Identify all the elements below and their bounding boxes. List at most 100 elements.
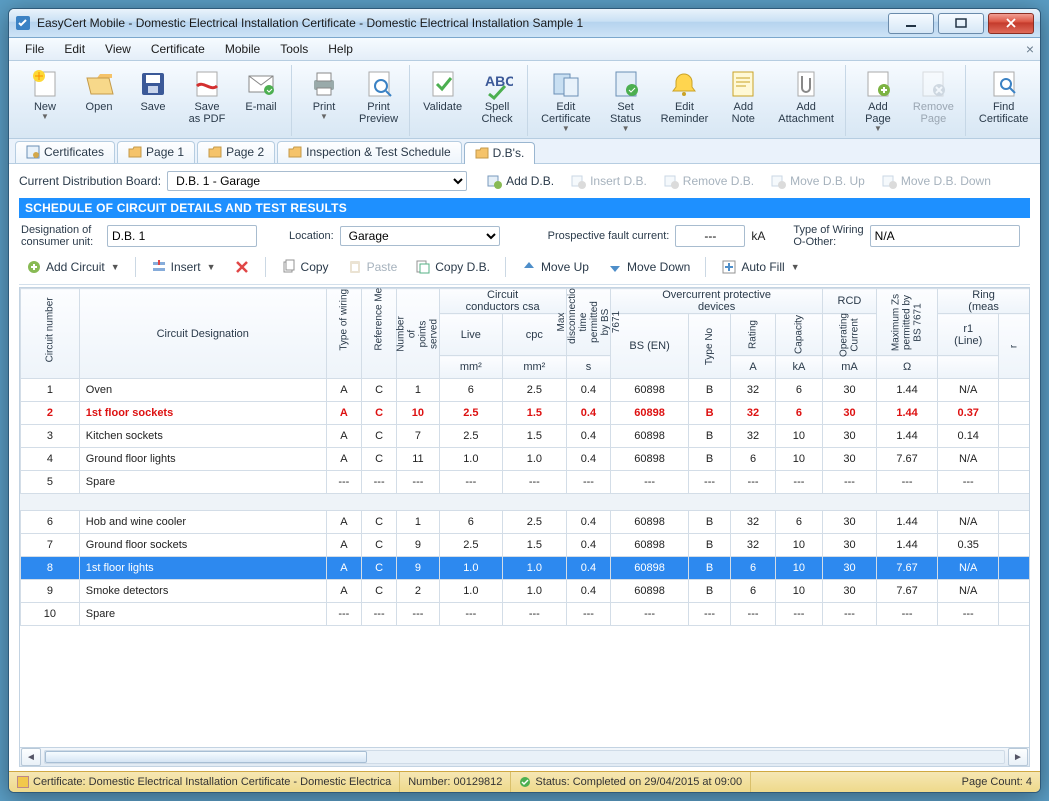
pdf-icon [191, 68, 223, 100]
findcert-button[interactable]: Find Certificate [972, 65, 1036, 136]
pfc-label: Prospective fault current: [548, 230, 670, 242]
page-tabs: CertificatesPage 1Page 2Inspection & Tes… [9, 139, 1040, 164]
table-row[interactable]: 6Hob and wine coolerAC162.50.460898B3263… [21, 511, 1030, 534]
updb-button: Move D.B. Up [763, 170, 872, 192]
note-button[interactable]: Add Note [717, 65, 769, 136]
dndb-button: Move D.B. Down [874, 170, 998, 192]
table-row[interactable]: 4Ground floor lightsAC111.01.00.460898B6… [21, 448, 1030, 471]
app-icon [15, 15, 31, 31]
location-select[interactable]: Garage [340, 226, 500, 246]
mdi-close-icon[interactable]: × [1026, 41, 1034, 57]
delete-button[interactable] [227, 256, 257, 278]
window-title: EasyCert Mobile - Domestic Electrical In… [37, 16, 884, 30]
close-button[interactable] [988, 13, 1034, 34]
table-row[interactable]: 81st floor lightsAC91.01.00.460898B61030… [21, 557, 1030, 580]
email-button[interactable]: E-mail [235, 65, 287, 136]
editcert-button[interactable]: Edit Certificate▼ [534, 65, 598, 136]
reminder-icon [668, 68, 700, 100]
menu-view[interactable]: View [95, 40, 141, 58]
current-db-label: Current Distribution Board: [19, 174, 161, 188]
statusbar: Certificate: Domestic Electrical Install… [9, 771, 1040, 792]
status-pagecount: Page Count: 4 [954, 772, 1040, 792]
designation-input[interactable] [107, 225, 257, 247]
status-status: Status: Completed on 29/04/2015 at 09:00 [511, 772, 751, 792]
validate-button[interactable]: Validate [416, 65, 469, 136]
db-selector-row: Current Distribution Board: D.B. 1 - Gar… [19, 170, 1030, 192]
menu-tools[interactable]: Tools [270, 40, 318, 58]
titlebar: EasyCert Mobile - Domestic Electrical In… [9, 9, 1040, 38]
circuit-grid-wrap: Circuit number Circuit Designation Type … [19, 287, 1030, 767]
menu-certificate[interactable]: Certificate [141, 40, 215, 58]
spell-button[interactable]: ABCSpell Check [471, 65, 523, 136]
preview-icon [363, 68, 395, 100]
paste-button: Paste [340, 256, 405, 278]
status-icon [610, 68, 642, 100]
horizontal-scrollbar[interactable]: ◄ ► [20, 747, 1029, 766]
menu-edit[interactable]: Edit [54, 40, 95, 58]
attach-icon [790, 68, 822, 100]
schedule-header: SCHEDULE OF CIRCUIT DETAILS AND TEST RES… [19, 198, 1030, 218]
addpage-button[interactable]: Add Page▼ [852, 65, 904, 136]
copy-db-button[interactable]: Copy D.B. [408, 256, 497, 278]
tab-p1[interactable]: Page 1 [117, 141, 195, 163]
addpage-icon [862, 68, 894, 100]
table-row[interactable]: 21st floor socketsAC102.51.50.460898B326… [21, 402, 1030, 425]
menu-help[interactable]: Help [318, 40, 363, 58]
email-icon [245, 68, 277, 100]
open-icon [83, 68, 115, 100]
copy-button[interactable]: Copy [274, 256, 336, 278]
move-down-button[interactable]: Move Down [600, 256, 697, 278]
scroll-track[interactable] [44, 750, 1005, 764]
scroll-right-button[interactable]: ► [1008, 748, 1028, 766]
reminder-button[interactable]: Edit Reminder [654, 65, 716, 136]
wiring-label: Type of Wiring O-Other: [793, 224, 863, 248]
rmpage-button: Remove Page [906, 65, 961, 136]
new-button[interactable]: New▼ [19, 65, 71, 136]
attach-button[interactable]: Add Attachment [771, 65, 841, 136]
insert-button[interactable]: Insert▼ [144, 256, 223, 278]
tab-its[interactable]: Inspection & Test Schedule [277, 141, 462, 163]
table-row[interactable]: 7Ground floor socketsAC92.51.50.460898B3… [21, 534, 1030, 557]
menu-file[interactable]: File [15, 40, 54, 58]
auto-fill-button[interactable]: Auto Fill▼ [714, 256, 806, 278]
save-button[interactable]: Save [127, 65, 179, 136]
insdb-button: Insert D.B. [563, 170, 654, 192]
ribbon-toolbar: New▼OpenSaveSave as PDFE-mailPrint▼Print… [9, 61, 1040, 139]
wiring-input[interactable] [870, 225, 1020, 247]
status-certificate: Certificate: Domestic Electrical Install… [9, 772, 400, 792]
tab-p2[interactable]: Page 2 [197, 141, 275, 163]
content-area: Current Distribution Board: D.B. 1 - Gar… [9, 164, 1040, 771]
rmdb-button: Remove D.B. [656, 170, 761, 192]
pdf-button[interactable]: Save as PDF [181, 65, 233, 136]
note-icon [727, 68, 759, 100]
scroll-left-button[interactable]: ◄ [21, 748, 41, 766]
scroll-thumb[interactable] [45, 751, 367, 763]
maximize-button[interactable] [938, 13, 984, 34]
table-row[interactable]: 10Spare---------------------------------… [21, 603, 1030, 626]
menu-mobile[interactable]: Mobile [215, 40, 270, 58]
move-up-button[interactable]: Move Up [514, 256, 596, 278]
table-row[interactable]: 5Spare----------------------------------… [21, 471, 1030, 494]
preview-button[interactable]: Print Preview [352, 65, 405, 136]
minimize-button[interactable] [888, 13, 934, 34]
status-number: Number: 00129812 [400, 772, 511, 792]
table-row[interactable]: 9Smoke detectorsAC21.01.00.460898B610307… [21, 580, 1030, 603]
tab-certs[interactable]: Certificates [15, 141, 115, 163]
add-circuit-button[interactable]: Add Circuit▼ [19, 256, 127, 278]
designation-label: Designation of consumer unit: [21, 224, 101, 248]
open-button[interactable]: Open [73, 65, 125, 136]
adddb-button[interactable]: Add D.B. [479, 170, 561, 192]
settings-button[interactable]: Settings [1037, 65, 1041, 136]
pfc-input[interactable] [675, 225, 745, 247]
app-window: EasyCert Mobile - Domestic Electrical In… [8, 8, 1041, 793]
circuit-grid[interactable]: Circuit number Circuit Designation Type … [20, 288, 1030, 626]
print-button[interactable]: Print▼ [298, 65, 350, 136]
tab-dbs[interactable]: D.B's. [464, 142, 536, 164]
menubar: FileEditViewCertificateMobileToolsHelp × [9, 38, 1040, 61]
table-row[interactable]: 1OvenAC162.50.460898B326301.44N/A [21, 379, 1030, 402]
status-button[interactable]: Set Status▼ [600, 65, 652, 136]
new-icon [29, 68, 61, 100]
table-row[interactable]: 3Kitchen socketsAC72.51.50.460898B321030… [21, 425, 1030, 448]
current-db-select[interactable]: D.B. 1 - Garage [167, 171, 467, 191]
rmpage-icon [917, 68, 949, 100]
